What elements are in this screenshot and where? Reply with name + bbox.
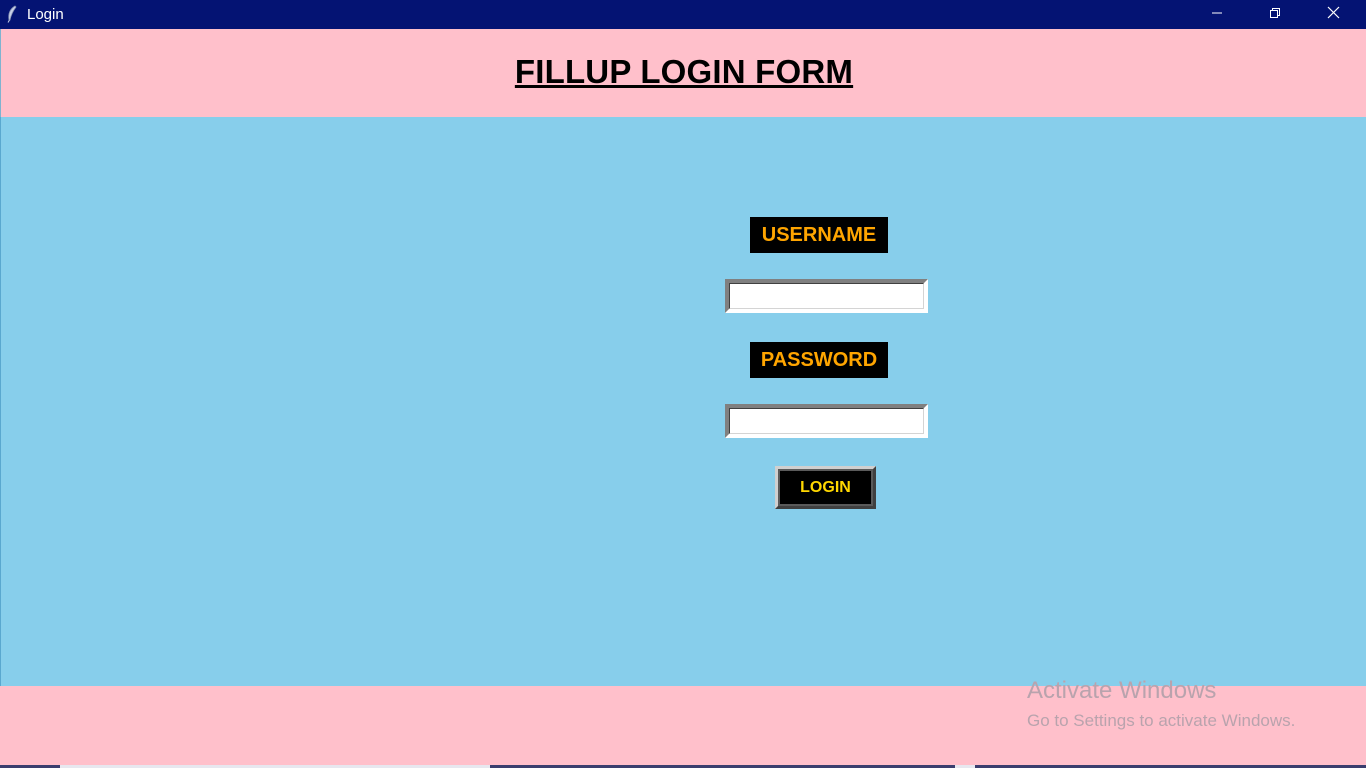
activation-watermark-title: Activate Windows: [1027, 677, 1217, 704]
password-label: PASSWORD: [750, 342, 888, 378]
header-panel: FILLUP LOGIN FORM: [0, 29, 1366, 117]
feather-icon: [6, 5, 18, 23]
close-button[interactable]: [1304, 0, 1362, 29]
login-form-panel: USERNAME PASSWORD LOGIN: [0, 117, 1366, 686]
activation-watermark-subtitle: Go to Settings to activate Windows.: [1027, 711, 1296, 730]
window-titlebar[interactable]: Login: [0, 0, 1366, 29]
close-icon: [1327, 6, 1340, 24]
password-field-frame[interactable]: [725, 404, 928, 438]
username-field-frame[interactable]: [725, 279, 928, 313]
password-field[interactable]: [729, 408, 924, 434]
minimize-button[interactable]: [1188, 0, 1246, 29]
page-title: FILLUP LOGIN FORM: [514, 53, 854, 90]
window-title: Login: [27, 6, 64, 23]
restore-icon: [1269, 6, 1281, 24]
username-label: USERNAME: [750, 217, 888, 253]
minimize-icon: [1211, 6, 1223, 24]
login-button[interactable]: LOGIN: [775, 466, 876, 509]
restore-button[interactable]: [1246, 0, 1304, 29]
username-field[interactable]: [729, 283, 924, 309]
